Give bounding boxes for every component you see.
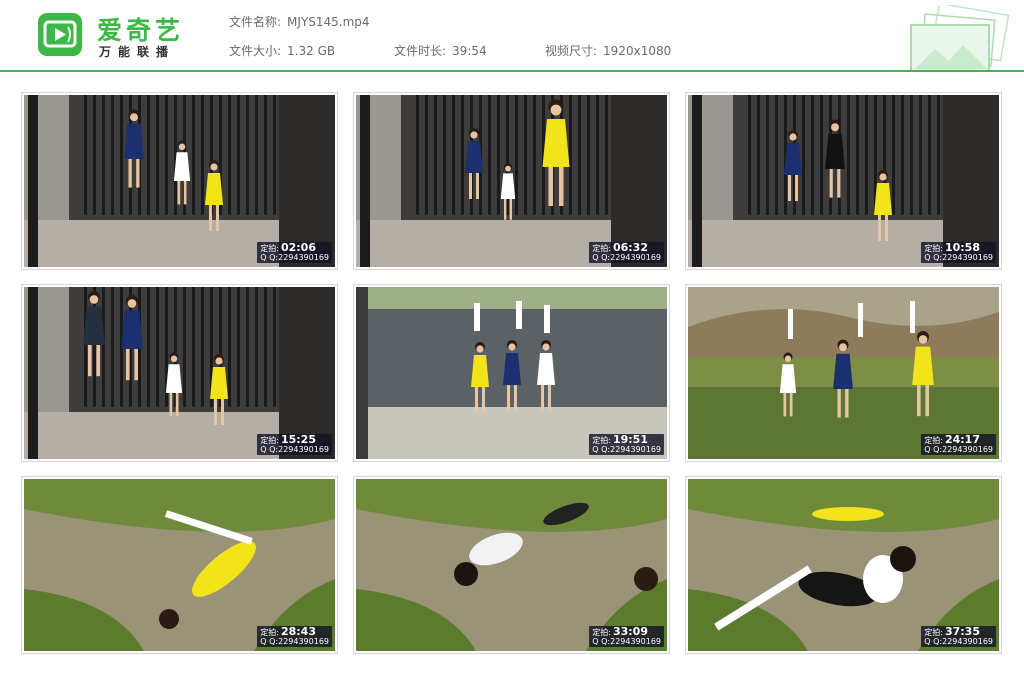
timestamp-prefix: 定拍: <box>592 436 611 445</box>
duration-info: 文件时长: 39:54 <box>394 42 487 59</box>
timestamp-badge: 定拍: 06:32 Q Q:2294390169 <box>589 242 664 263</box>
timestamp-qq: Q Q:2294390169 <box>924 445 993 454</box>
resolution-value: 1920x1080 <box>603 44 672 58</box>
timestamp-prefix: 定拍: <box>260 244 279 253</box>
timestamp-badge: 定拍: 19:51 Q Q:2294390169 <box>589 434 664 455</box>
video-thumbnail[interactable]: 定拍: 02:06 Q Q:2294390169 <box>21 92 338 270</box>
timestamp-qq: Q Q:2294390169 <box>592 445 661 454</box>
video-thumbnail[interactable]: 定拍: 19:51 Q Q:2294390169 <box>353 284 670 462</box>
timestamp-prefix: 定拍: <box>924 436 943 445</box>
timestamp-prefix: 定拍: <box>260 628 279 637</box>
brand-subtitle: 万能联播 <box>99 45 176 59</box>
file-name-info: 文件名称: MJYS145.mp4 <box>229 13 370 30</box>
video-thumbnail[interactable]: 定拍: 37:35 Q Q:2294390169 <box>685 476 1002 654</box>
video-thumbnail[interactable]: 定拍: 10:58 Q Q:2294390169 <box>685 92 1002 270</box>
resolution-info: 视频尺寸: 1920x1080 <box>545 42 671 59</box>
timestamp-qq: Q Q:2294390169 <box>924 637 993 646</box>
timestamp-prefix: 定拍: <box>592 244 611 253</box>
duration-value: 39:54 <box>452 44 487 58</box>
timestamp-badge: 定拍: 24:17 Q Q:2294390169 <box>921 434 996 455</box>
video-thumbnail[interactable]: 定拍: 28:43 Q Q:2294390169 <box>21 476 338 654</box>
video-thumbnail[interactable]: 定拍: 06:32 Q Q:2294390169 <box>353 92 670 270</box>
iqiyi-logo-icon <box>38 13 82 56</box>
resolution-label: 视频尺寸: <box>545 44 598 58</box>
header-divider <box>0 70 1024 72</box>
file-name-value: MJYS145.mp4 <box>287 15 370 29</box>
timestamp-qq: Q Q:2294390169 <box>924 253 993 262</box>
timestamp-qq: Q Q:2294390169 <box>260 637 329 646</box>
timestamp-qq: Q Q:2294390169 <box>260 445 329 454</box>
duration-label: 文件时长: <box>394 44 447 58</box>
timestamp-badge: 定拍: 28:43 Q Q:2294390169 <box>257 626 332 647</box>
timestamp-qq: Q Q:2294390169 <box>592 637 661 646</box>
file-size-value: 1.32 GB <box>287 44 336 58</box>
timestamp-prefix: 定拍: <box>592 628 611 637</box>
brand-name: 爱奇艺 <box>97 16 185 45</box>
timestamp-badge: 定拍: 37:35 Q Q:2294390169 <box>921 626 996 647</box>
video-thumbnail[interactable]: 定拍: 15:25 Q Q:2294390169 <box>21 284 338 462</box>
timestamp-prefix: 定拍: <box>924 244 943 253</box>
video-thumbnail[interactable]: 定拍: 24:17 Q Q:2294390169 <box>685 284 1002 462</box>
video-thumbnail[interactable]: 定拍: 33:09 Q Q:2294390169 <box>353 476 670 654</box>
file-size-info: 文件大小: 1.32 GB <box>229 42 335 59</box>
timestamp-badge: 定拍: 15:25 Q Q:2294390169 <box>257 434 332 455</box>
header-bar: 爱奇艺 万能联播 文件名称: MJYS145.mp4 文件大小: 1.32 GB 文… <box>0 0 1024 72</box>
timestamp-prefix: 定拍: <box>924 628 943 637</box>
timestamp-badge: 定拍: 02:06 Q Q:2294390169 <box>257 242 332 263</box>
timestamp-badge: 定拍: 33:09 Q Q:2294390169 <box>589 626 664 647</box>
timestamp-qq: Q Q:2294390169 <box>260 253 329 262</box>
timestamp-prefix: 定拍: <box>260 436 279 445</box>
timestamp-qq: Q Q:2294390169 <box>592 253 661 262</box>
timestamp-badge: 定拍: 10:58 Q Q:2294390169 <box>921 242 996 263</box>
file-name-label: 文件名称: <box>229 15 282 29</box>
file-size-label: 文件大小: <box>229 44 282 58</box>
photos-decoration-icon <box>910 5 1010 71</box>
